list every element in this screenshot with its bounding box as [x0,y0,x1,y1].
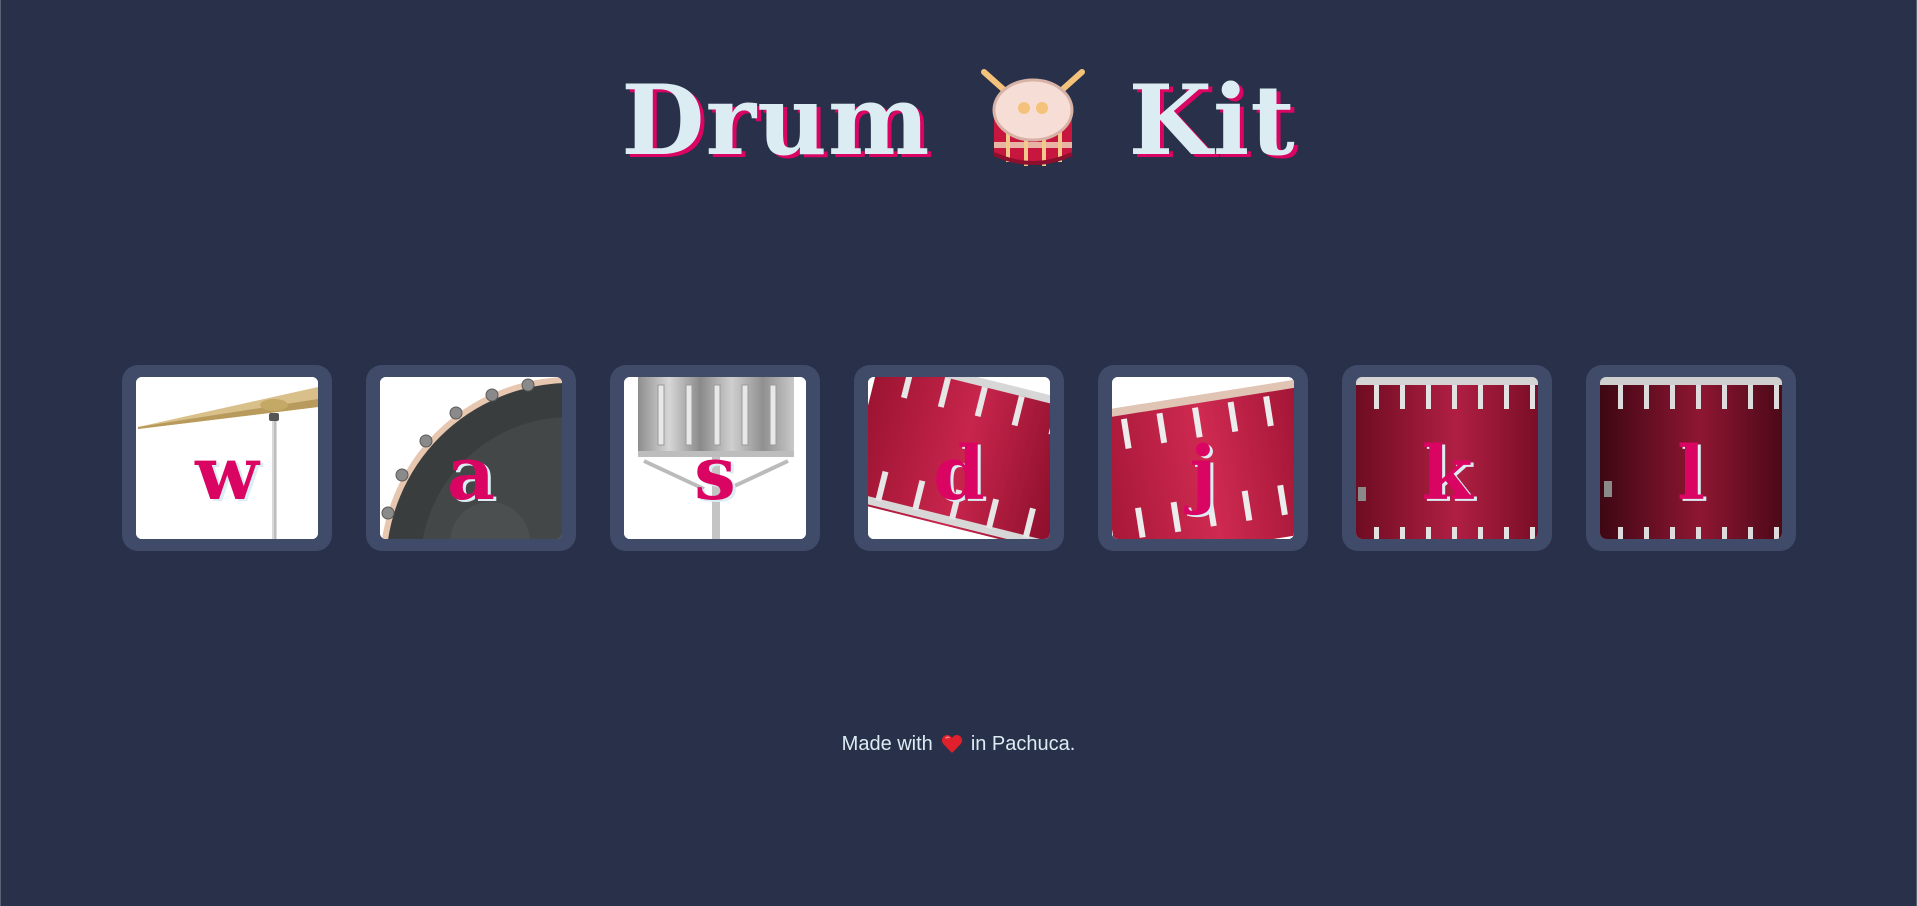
pad-face: a [380,377,562,539]
pad-face: w [136,377,318,539]
pad-key-label: a [447,431,495,517]
pad-key-label: k [1421,431,1473,517]
drum-pad-s[interactable]: s [610,365,820,551]
pad-face: j [1112,377,1294,539]
drum-pad-l[interactable]: l [1586,365,1796,551]
title-word-drum: Drum [621,64,931,177]
pad-face: s [624,377,806,539]
drum-pad-d[interactable]: d [854,365,1064,551]
drum-pad-k[interactable]: k [1342,365,1552,551]
drum-pad-a[interactable]: a [366,365,576,551]
pad-key-label: w [195,431,259,517]
page-title: Drum Kit [0,66,1917,176]
drum-pad-w[interactable]: w [122,365,332,551]
footer: Made with in Pachuca. [0,733,1917,756]
footer-text-before: Made with [841,733,933,755]
footer-text-after: in Pachuca. [970,733,1076,755]
pad-face: k [1356,377,1538,539]
title-word-kit: Kit [1128,64,1296,177]
drum-pad-j[interactable]: j [1098,365,1308,551]
heart-icon [941,734,963,754]
pad-key-label: s [694,431,736,517]
drum-pads: w a s d j k l [122,365,1796,551]
pad-key-label: d [933,431,985,517]
drum-icon [974,64,1092,174]
pad-key-label: l [1676,431,1706,517]
pad-key-label: j [1189,431,1217,517]
pad-face: l [1600,377,1782,539]
pad-face: d [868,377,1050,539]
